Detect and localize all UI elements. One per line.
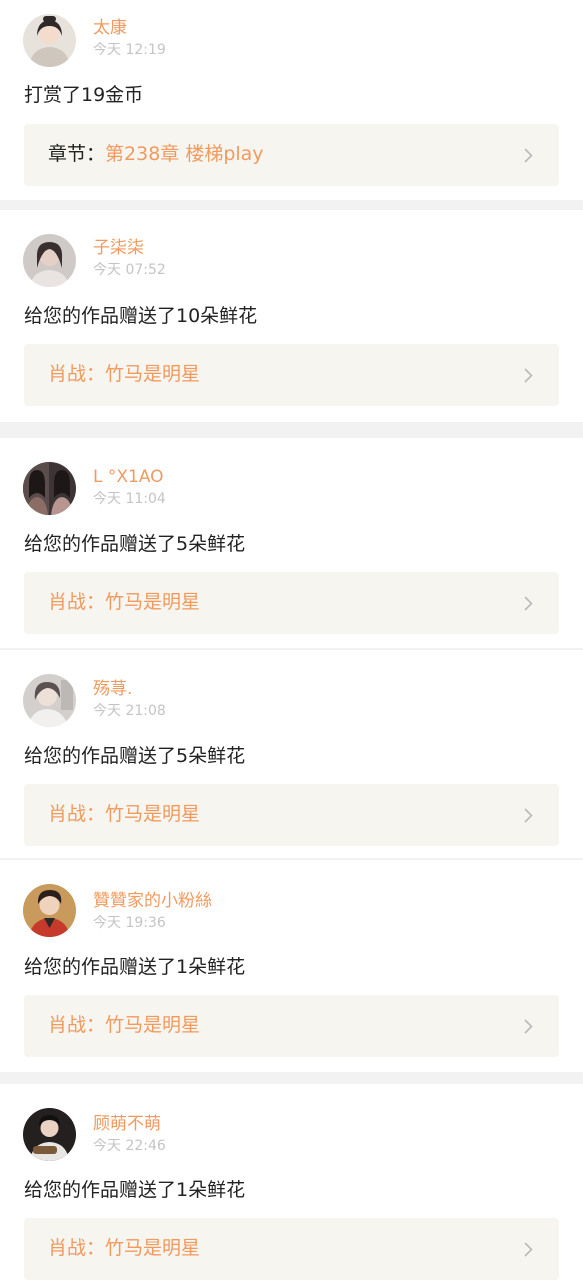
chevron-right-icon <box>524 808 533 823</box>
link-title: 竹马是明星 <box>105 363 201 385</box>
gift-message: 给您的作品赠送了1朵鲜花 <box>24 956 246 978</box>
user-name[interactable]: 殇荨. <box>93 678 132 700</box>
user-avatar-icon[interactable] <box>23 462 76 515</box>
chevron-right-icon <box>524 368 533 383</box>
chapter-link[interactable]: 章节：第238章 楼梯play <box>24 124 559 186</box>
link-title: 第238章 楼梯play <box>105 143 264 165</box>
link-text: 章节：第238章 楼梯play <box>48 141 264 167</box>
link-title: 竹马是明星 <box>105 591 201 613</box>
gift-time: 今天 19:36 <box>93 915 166 931</box>
user-avatar-icon[interactable] <box>23 234 76 287</box>
gift-time: 今天 07:52 <box>93 262 166 278</box>
user-name[interactable]: 贊贊家的小粉絲 <box>93 890 212 912</box>
chevron-right-icon <box>524 1019 533 1034</box>
link-prefix: 肖战： <box>48 1014 106 1036</box>
link-text: 肖战：竹马是明星 <box>48 801 200 827</box>
chevron-right-icon <box>524 148 533 163</box>
gift-card: 顾萌不萌 今天 22:46 给您的作品赠送了1朵鲜花 肖战：竹马是明星 <box>0 1084 583 1280</box>
link-title: 竹马是明星 <box>105 1014 201 1036</box>
link-title: 竹马是明星 <box>105 1237 201 1259</box>
gift-card: 殇荨. 今天 21:08 给您的作品赠送了5朵鲜花 肖战：竹马是明星 <box>0 650 583 858</box>
user-name[interactable]: 子柒柒 <box>93 237 144 259</box>
gift-card: 贊贊家的小粉絲 今天 19:36 给您的作品赠送了1朵鲜花 肖战：竹马是明星 <box>0 860 583 1072</box>
user-name[interactable]: 顾萌不萌 <box>93 1113 161 1135</box>
user-avatar-icon[interactable] <box>23 884 76 937</box>
gift-message: 给您的作品赠送了1朵鲜花 <box>24 1179 246 1201</box>
gift-message: 给您的作品赠送了5朵鲜花 <box>24 533 246 555</box>
gift-message: 给您的作品赠送了5朵鲜花 <box>24 745 246 767</box>
user-avatar-icon[interactable] <box>23 14 76 67</box>
gift-message: 给您的作品赠送了10朵鲜花 <box>24 305 258 327</box>
gift-time: 今天 21:08 <box>93 703 166 719</box>
work-link[interactable]: 肖战：竹马是明星 <box>24 784 559 846</box>
work-link[interactable]: 肖战：竹马是明星 <box>24 344 559 406</box>
work-link[interactable]: 肖战：竹马是明星 <box>24 995 559 1057</box>
link-prefix: 肖战： <box>48 803 106 825</box>
user-avatar-icon[interactable] <box>23 674 76 727</box>
gift-feed: 太康 今天 12:19 打赏了19金币 章节：第238章 楼梯play 子柒柒 … <box>0 0 583 1280</box>
user-name[interactable]: 太康 <box>93 17 127 39</box>
user-name[interactable]: L °X1AO <box>93 466 164 488</box>
link-text: 肖战：竹马是明星 <box>48 1235 200 1261</box>
gift-time: 今天 12:19 <box>93 42 166 58</box>
link-prefix: 肖战： <box>48 591 106 613</box>
link-prefix: 章节： <box>48 143 106 165</box>
gift-card: 子柒柒 今天 07:52 给您的作品赠送了10朵鲜花 肖战：竹马是明星 <box>0 210 583 422</box>
link-text: 肖战：竹马是明星 <box>48 589 200 615</box>
gift-time: 今天 22:46 <box>93 1138 166 1154</box>
user-avatar-icon[interactable] <box>23 1108 76 1161</box>
chevron-right-icon <box>524 596 533 611</box>
gift-card: 太康 今天 12:19 打赏了19金币 章节：第238章 楼梯play <box>0 0 583 200</box>
gift-message: 打赏了19金币 <box>24 84 144 106</box>
link-text: 肖战：竹马是明星 <box>48 1012 200 1038</box>
link-prefix: 肖战： <box>48 363 106 385</box>
chevron-right-icon <box>524 1242 533 1257</box>
link-prefix: 肖战： <box>48 1237 106 1259</box>
gift-time: 今天 11:04 <box>93 491 166 507</box>
gift-card: L °X1AO 今天 11:04 给您的作品赠送了5朵鲜花 肖战：竹马是明星 <box>0 438 583 648</box>
link-title: 竹马是明星 <box>105 803 201 825</box>
link-text: 肖战：竹马是明星 <box>48 361 200 387</box>
work-link[interactable]: 肖战：竹马是明星 <box>24 572 559 634</box>
work-link[interactable]: 肖战：竹马是明星 <box>24 1218 559 1280</box>
